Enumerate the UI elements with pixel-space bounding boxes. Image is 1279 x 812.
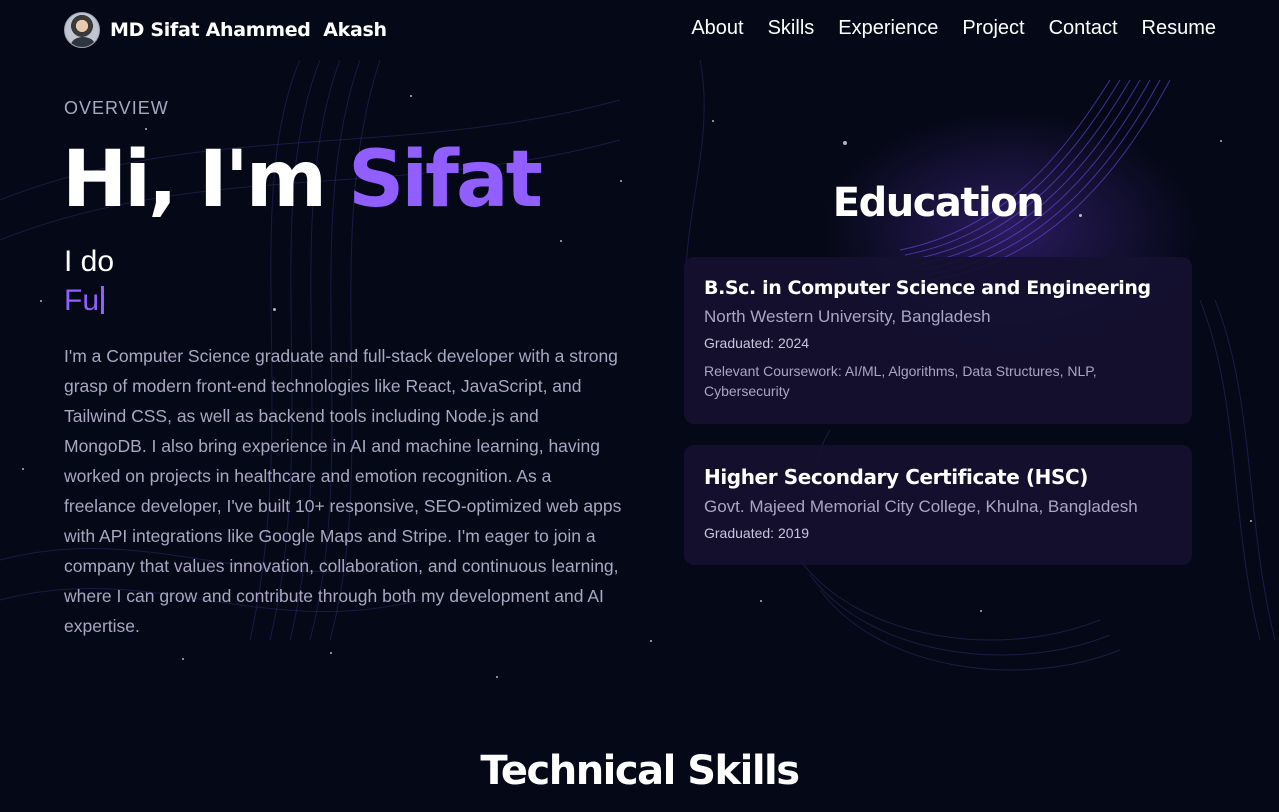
brand-home-link[interactable]: MD Sifat Ahammed Akash: [64, 12, 387, 48]
education-card: Higher Secondary Certificate (HSC) Govt.…: [684, 445, 1192, 565]
star: [620, 180, 622, 182]
star: [843, 141, 847, 145]
hero-heading: Hi, I'm Sifat: [62, 135, 543, 225]
typing-caret: [101, 286, 105, 314]
education-coursework: Relevant Coursework: AI/ML, Algorithms, …: [704, 363, 1097, 399]
star: [40, 300, 42, 302]
star: [560, 240, 562, 242]
overview-label: OVERVIEW: [64, 98, 169, 118]
education-card: B.Sc. in Computer Science and Engineerin…: [684, 257, 1192, 424]
portfolio-page: MD Sifat Ahammed Akash About Skills Expe…: [0, 0, 1279, 812]
star: [712, 120, 714, 122]
hero-greeting: Hi, I'm: [62, 135, 349, 225]
nav-link-contact[interactable]: Contact: [1049, 17, 1118, 40]
star: [496, 676, 498, 678]
star: [182, 658, 184, 660]
bio-paragraph: I'm a Computer Science graduate and full…: [64, 346, 622, 636]
education-graduated: Graduated: 2024: [704, 335, 810, 351]
nav-link-experience[interactable]: Experience: [838, 17, 938, 40]
star: [650, 640, 652, 642]
nav-links: About Skills Experience Project Contact …: [667, 17, 1216, 40]
star: [330, 652, 332, 654]
education-heading: Education: [832, 180, 1045, 226]
hero-name: Sifat: [348, 135, 543, 225]
education-degree: Higher Secondary Certificate (HSC): [704, 465, 1089, 489]
star: [145, 128, 147, 130]
star: [1250, 520, 1252, 522]
education-school: Govt. Majeed Memorial City College, Khul…: [704, 497, 1138, 516]
brand-name: MD Sifat Ahammed Akash: [110, 19, 387, 41]
nav-link-resume[interactable]: Resume: [1142, 17, 1216, 40]
nav-link-about[interactable]: About: [691, 17, 743, 40]
education-school: North Western University, Bangladesh: [704, 307, 991, 326]
star: [273, 308, 276, 311]
star: [410, 95, 412, 97]
i-do-label: I do: [64, 245, 115, 278]
star: [760, 600, 762, 602]
education-degree: B.Sc. in Computer Science and Engineerin…: [704, 277, 1151, 299]
nav-link-skills[interactable]: Skills: [768, 17, 815, 40]
technical-skills-heading: Technical Skills: [480, 748, 800, 794]
typewriter-text: Fu: [64, 284, 105, 318]
star: [1220, 140, 1222, 142]
typed-text: Fu: [64, 284, 100, 317]
nav-link-project[interactable]: Project: [962, 17, 1024, 40]
star: [980, 610, 982, 612]
star: [22, 468, 24, 470]
avatar: [64, 12, 100, 48]
education-graduated: Graduated: 2019: [704, 525, 810, 541]
navbar: MD Sifat Ahammed Akash About Skills Expe…: [0, 0, 1279, 60]
